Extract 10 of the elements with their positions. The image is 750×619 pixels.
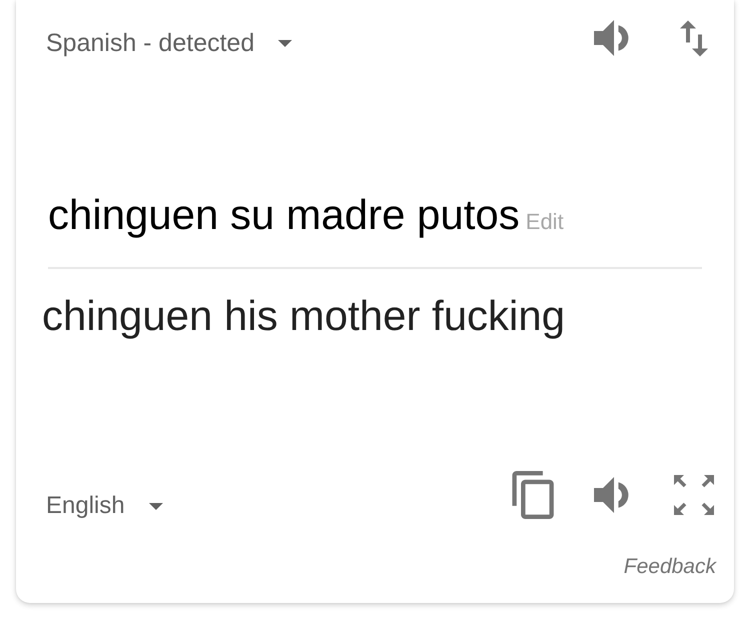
source-text: chinguen su madre putos [48, 190, 520, 240]
feedback-link[interactable]: Feedback [624, 555, 716, 579]
caret-icon [278, 40, 292, 46]
caret-icon [148, 502, 163, 510]
swap-icon[interactable] [680, 20, 708, 56]
copy-icon[interactable] [512, 471, 554, 519]
translated-text: chinguen his mother fucking [42, 291, 566, 341]
target-language-select[interactable]: English [46, 492, 163, 520]
source-language-select[interactable]: Spanish - detected [46, 28, 292, 58]
fullscreen-icon[interactable] [674, 475, 714, 515]
